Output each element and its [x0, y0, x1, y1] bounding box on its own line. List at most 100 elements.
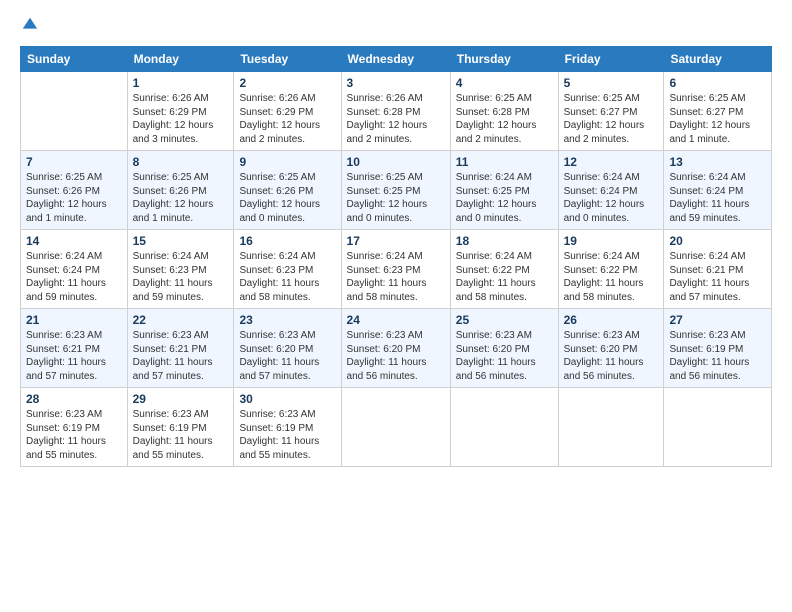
day-info: Sunrise: 6:23 AM Sunset: 6:20 PM Dayligh…: [239, 329, 335, 383]
day-info: Sunrise: 6:23 AM Sunset: 6:20 PM Dayligh…: [347, 329, 445, 383]
day-number: 19: [564, 234, 659, 248]
day-number: 29: [133, 392, 229, 406]
day-info: Sunrise: 6:26 AM Sunset: 6:28 PM Dayligh…: [347, 92, 445, 146]
day-cell: 9 Sunrise: 6:25 AM Sunset: 6:26 PM Daylig…: [234, 151, 341, 230]
day-cell: 23 Sunrise: 6:23 AM Sunset: 6:20 PM Dayli…: [234, 309, 341, 388]
day-number: 20: [669, 234, 766, 248]
day-info: Sunrise: 6:24 AM Sunset: 6:21 PM Dayligh…: [669, 250, 766, 304]
day-cell: 21 Sunrise: 6:23 AM Sunset: 6:21 PM Dayli…: [21, 309, 128, 388]
header: [20, 16, 772, 34]
day-info: Sunrise: 6:24 AM Sunset: 6:23 PM Dayligh…: [239, 250, 335, 304]
day-info: Sunrise: 6:26 AM Sunset: 6:29 PM Dayligh…: [133, 92, 229, 146]
day-cell: 15 Sunrise: 6:24 AM Sunset: 6:23 PM Dayli…: [127, 230, 234, 309]
day-number: 22: [133, 313, 229, 327]
day-number: 28: [26, 392, 122, 406]
day-cell: 5Sunrise: 6:25 AM Sunset: 6:27 PM Daylig…: [558, 72, 664, 151]
weekday-header-row: SundayMondayTuesdayWednesdayThursdayFrid…: [21, 47, 772, 72]
day-info: Sunrise: 6:23 AM Sunset: 6:19 PM Dayligh…: [26, 408, 122, 462]
calendar-table: SundayMondayTuesdayWednesdayThursdayFrid…: [20, 46, 772, 467]
day-number: 18: [456, 234, 553, 248]
day-cell: 17 Sunrise: 6:24 AM Sunset: 6:23 PM Dayli…: [341, 230, 450, 309]
day-info: Sunrise: 6:23 AM Sunset: 6:19 PM Dayligh…: [133, 408, 229, 462]
day-cell: 30 Sunrise: 6:23 AM Sunset: 6:19 PM Dayli…: [234, 388, 341, 467]
day-info: Sunrise: 6:26 AM Sunset: 6:29 PM Dayligh…: [239, 92, 335, 146]
day-number: 2: [239, 76, 335, 90]
day-cell: 10Sunrise: 6:25 AM Sunset: 6:25 PM Dayli…: [341, 151, 450, 230]
day-cell: 19Sunrise: 6:24 AM Sunset: 6:22 PM Dayli…: [558, 230, 664, 309]
day-number: 3: [347, 76, 445, 90]
day-info: Sunrise: 6:24 AM Sunset: 6:24 PM Dayligh…: [564, 171, 659, 225]
day-number: 9: [239, 155, 335, 169]
day-number: 11: [456, 155, 553, 169]
day-cell: 13 Sunrise: 6:24 AM Sunset: 6:24 PM Dayli…: [664, 151, 772, 230]
weekday-header-friday: Friday: [558, 47, 664, 72]
day-number: 5: [564, 76, 659, 90]
page: SundayMondayTuesdayWednesdayThursdayFrid…: [0, 0, 792, 612]
day-cell: 1 Sunrise: 6:26 AM Sunset: 6:29 PM Daylig…: [127, 72, 234, 151]
day-cell: 3 Sunrise: 6:26 AM Sunset: 6:28 PM Daylig…: [341, 72, 450, 151]
day-cell: [664, 388, 772, 467]
day-number: 23: [239, 313, 335, 327]
weekday-header-wednesday: Wednesday: [341, 47, 450, 72]
logo-text: [20, 16, 39, 34]
day-cell: 26 Sunrise: 6:23 AM Sunset: 6:20 PM Dayli…: [558, 309, 664, 388]
day-number: 12: [564, 155, 659, 169]
day-info: Sunrise: 6:23 AM Sunset: 6:21 PM Dayligh…: [26, 329, 122, 383]
weekday-header-monday: Monday: [127, 47, 234, 72]
day-cell: 18Sunrise: 6:24 AM Sunset: 6:22 PM Dayli…: [450, 230, 558, 309]
day-number: 30: [239, 392, 335, 406]
day-cell: 25Sunrise: 6:23 AM Sunset: 6:20 PM Dayli…: [450, 309, 558, 388]
day-cell: 27 Sunrise: 6:23 AM Sunset: 6:19 PM Dayli…: [664, 309, 772, 388]
day-cell: [558, 388, 664, 467]
day-cell: 22 Sunrise: 6:23 AM Sunset: 6:21 PM Dayli…: [127, 309, 234, 388]
day-info: Sunrise: 6:24 AM Sunset: 6:23 PM Dayligh…: [133, 250, 229, 304]
day-info: Sunrise: 6:25 AM Sunset: 6:28 PM Dayligh…: [456, 92, 553, 146]
week-row-2: 7 Sunrise: 6:25 AM Sunset: 6:26 PM Daylig…: [21, 151, 772, 230]
day-number: 8: [133, 155, 229, 169]
day-number: 14: [26, 234, 122, 248]
day-cell: 6 Sunrise: 6:25 AM Sunset: 6:27 PM Daylig…: [664, 72, 772, 151]
day-cell: 2 Sunrise: 6:26 AM Sunset: 6:29 PM Daylig…: [234, 72, 341, 151]
day-info: Sunrise: 6:23 AM Sunset: 6:19 PM Dayligh…: [669, 329, 766, 383]
day-number: 25: [456, 313, 553, 327]
day-info: Sunrise: 6:23 AM Sunset: 6:21 PM Dayligh…: [133, 329, 229, 383]
day-info: Sunrise: 6:25 AM Sunset: 6:26 PM Dayligh…: [133, 171, 229, 225]
day-info: Sunrise: 6:23 AM Sunset: 6:19 PM Dayligh…: [239, 408, 335, 462]
day-number: 17: [347, 234, 445, 248]
day-info: Sunrise: 6:23 AM Sunset: 6:20 PM Dayligh…: [564, 329, 659, 383]
day-info: Sunrise: 6:25 AM Sunset: 6:26 PM Dayligh…: [239, 171, 335, 225]
day-info: Sunrise: 6:25 AM Sunset: 6:26 PM Dayligh…: [26, 171, 122, 225]
weekday-header-tuesday: Tuesday: [234, 47, 341, 72]
day-cell: [450, 388, 558, 467]
day-cell: 28 Sunrise: 6:23 AM Sunset: 6:19 PM Dayli…: [21, 388, 128, 467]
day-cell: 11Sunrise: 6:24 AM Sunset: 6:25 PM Dayli…: [450, 151, 558, 230]
day-info: Sunrise: 6:25 AM Sunset: 6:27 PM Dayligh…: [669, 92, 766, 146]
week-row-3: 14Sunrise: 6:24 AM Sunset: 6:24 PM Dayli…: [21, 230, 772, 309]
week-row-5: 28 Sunrise: 6:23 AM Sunset: 6:19 PM Dayli…: [21, 388, 772, 467]
day-cell: 7 Sunrise: 6:25 AM Sunset: 6:26 PM Daylig…: [21, 151, 128, 230]
weekday-header-thursday: Thursday: [450, 47, 558, 72]
day-number: 24: [347, 313, 445, 327]
day-cell: [341, 388, 450, 467]
logo-icon: [21, 16, 39, 34]
day-cell: 20 Sunrise: 6:24 AM Sunset: 6:21 PM Dayli…: [664, 230, 772, 309]
day-number: 1: [133, 76, 229, 90]
day-info: Sunrise: 6:24 AM Sunset: 6:23 PM Dayligh…: [347, 250, 445, 304]
day-number: 27: [669, 313, 766, 327]
weekday-header-saturday: Saturday: [664, 47, 772, 72]
day-info: Sunrise: 6:24 AM Sunset: 6:24 PM Dayligh…: [669, 171, 766, 225]
day-number: 13: [669, 155, 766, 169]
day-number: 21: [26, 313, 122, 327]
day-number: 26: [564, 313, 659, 327]
week-row-4: 21 Sunrise: 6:23 AM Sunset: 6:21 PM Dayli…: [21, 309, 772, 388]
logo: [20, 16, 39, 34]
day-number: 6: [669, 76, 766, 90]
week-row-1: 1 Sunrise: 6:26 AM Sunset: 6:29 PM Daylig…: [21, 72, 772, 151]
day-cell: 8 Sunrise: 6:25 AM Sunset: 6:26 PM Daylig…: [127, 151, 234, 230]
day-cell: 16Sunrise: 6:24 AM Sunset: 6:23 PM Dayli…: [234, 230, 341, 309]
day-cell: 12 Sunrise: 6:24 AM Sunset: 6:24 PM Dayli…: [558, 151, 664, 230]
day-cell: 4 Sunrise: 6:25 AM Sunset: 6:28 PM Daylig…: [450, 72, 558, 151]
day-number: 4: [456, 76, 553, 90]
day-number: 7: [26, 155, 122, 169]
day-number: 15: [133, 234, 229, 248]
